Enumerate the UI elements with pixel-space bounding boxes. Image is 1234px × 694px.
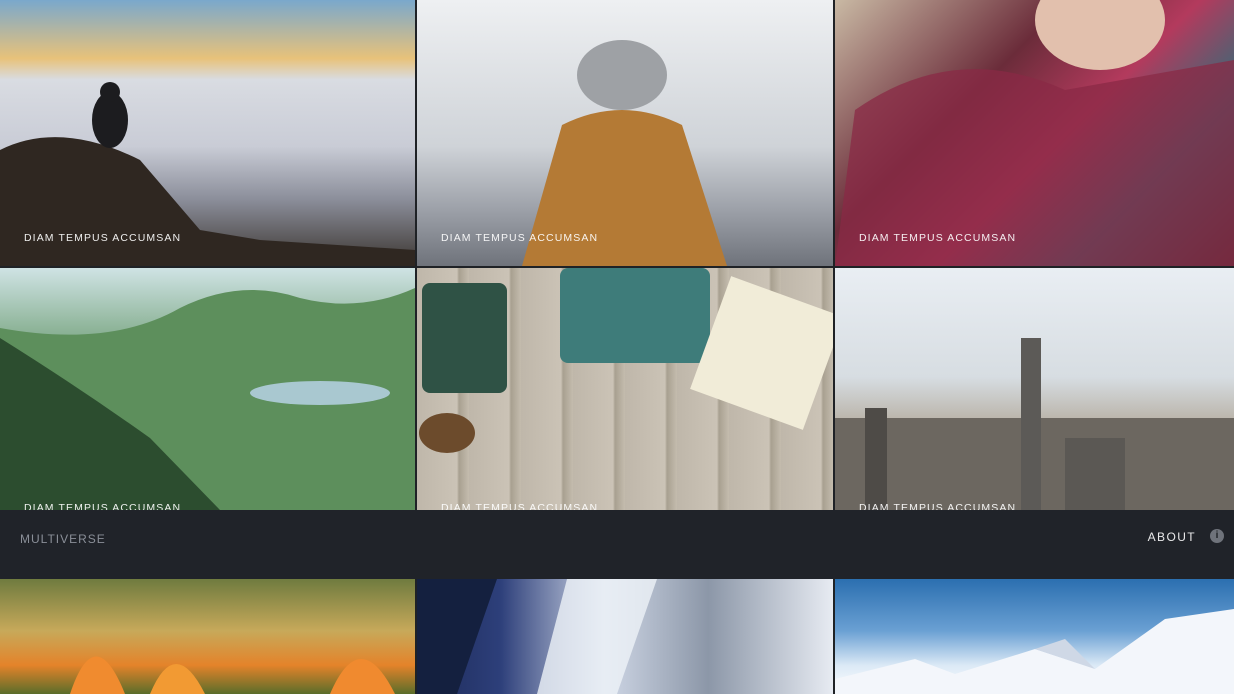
photo-hiker (522, 40, 727, 266)
gallery-caption: DIAM TEMPUS ACCUMSAN (24, 502, 182, 510)
photo-tulips (70, 656, 395, 694)
gallery-item-8[interactable] (417, 579, 833, 694)
photo-valley (0, 288, 415, 510)
gallery-item-1[interactable]: DIAM TEMPUS ACCUMSAN (0, 0, 415, 266)
gallery-item-3[interactable]: DIAM TEMPUS ACCUMSAN (835, 0, 1234, 266)
info-icon[interactable]: i (1210, 529, 1224, 543)
photo-mountain (835, 609, 1234, 694)
gallery-item-9[interactable] (835, 579, 1234, 694)
site-brand[interactable]: MULTIVERSE (20, 532, 106, 546)
photo-building (417, 579, 657, 694)
top-nav-bar: MULTIVERSE ABOUT i (0, 510, 1234, 579)
gallery-item-4[interactable]: DIAM TEMPUS ACCUMSAN (0, 268, 415, 510)
gallery-caption: DIAM TEMPUS ACCUMSAN (859, 232, 1017, 244)
photo-cloudsea (0, 82, 415, 266)
gallery-item-6[interactable]: DIAM TEMPUS ACCUMSAN (835, 268, 1234, 510)
photo-skyline (835, 338, 1234, 510)
photo-typewriter (419, 268, 833, 453)
gallery-item-7[interactable] (0, 579, 415, 694)
gallery-caption: DIAM TEMPUS ACCUMSAN (24, 232, 182, 244)
gallery-item-2[interactable]: DIAM TEMPUS ACCUMSAN (417, 0, 833, 266)
gallery-caption: DIAM TEMPUS ACCUMSAN (859, 502, 1017, 510)
photo-poncho (835, 0, 1234, 266)
gallery-caption: DIAM TEMPUS ACCUMSAN (441, 502, 599, 510)
gallery-item-5[interactable]: DIAM TEMPUS ACCUMSAN (417, 268, 833, 510)
about-link[interactable]: ABOUT (1148, 530, 1196, 544)
gallery-caption: DIAM TEMPUS ACCUMSAN (441, 232, 599, 244)
